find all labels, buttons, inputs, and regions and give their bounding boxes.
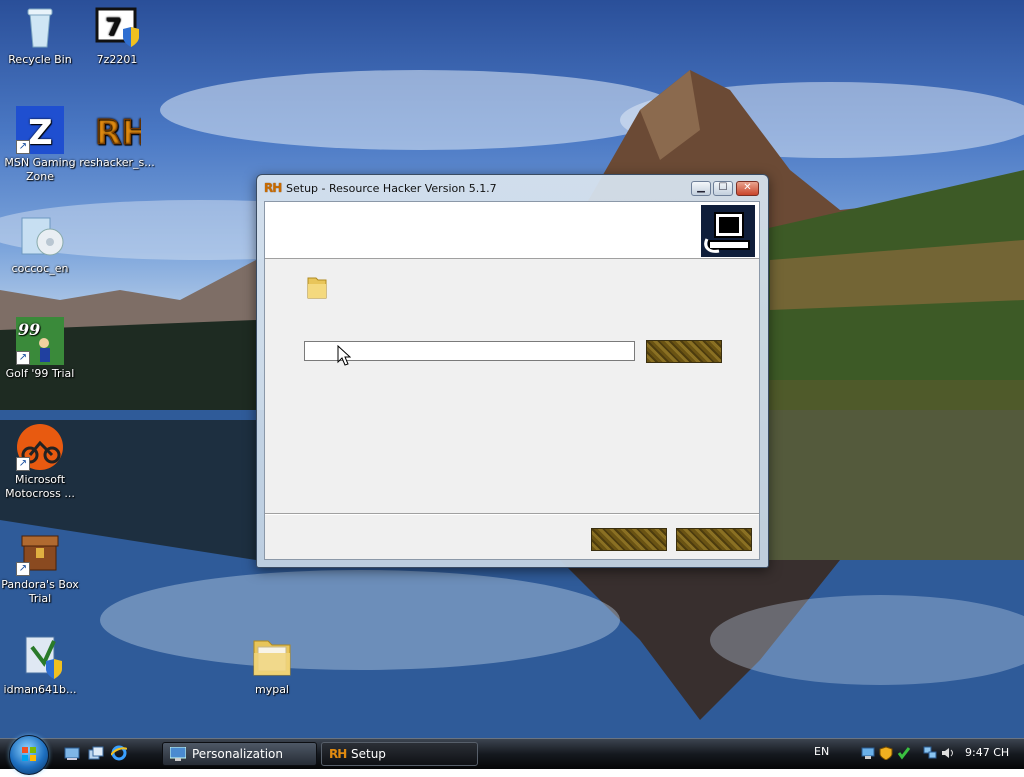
install-path-input[interactable] [304,341,635,361]
windows-logo-icon [22,747,36,761]
browse-button[interactable] [646,340,722,363]
desktop-icon-label: mypal [254,683,289,696]
desktop-icon-pandoras-box[interactable]: ↗ Pandora's Box Trial [0,528,80,606]
svg-text:RH: RH [95,113,141,153]
taskbar-button-personalization[interactable]: Personalization [162,742,317,766]
desktop-icon-label: MSN Gaming Zone [4,156,76,183]
idm-installer-icon [16,633,64,681]
mouse-cursor-icon [337,344,352,370]
msn-gaming-zone-icon: Z ↗ [16,106,64,154]
network-sharing-icon[interactable] [861,746,875,760]
quicklaunch-internet-explorer[interactable] [110,745,128,761]
resource-hacker-title-icon: RH [264,181,282,195]
svg-text:Z: Z [28,113,53,153]
desktop-icon-motocross[interactable]: ↗ Microsoft Motocross ... [0,423,80,501]
folder-icon [307,274,327,300]
shortcut-arrow-icon: ↗ [16,140,30,154]
language-indicator[interactable]: EN [814,745,829,758]
separator [265,513,759,515]
folder-icon [248,633,296,681]
window-titlebar[interactable]: RH Setup - Resource Hacker Version 5.1.7… [257,175,768,201]
svg-text:7: 7 [105,13,122,41]
minimize-button[interactable]: ▁ [691,181,711,196]
wizard-header [265,202,759,259]
desktop-icon-mypal[interactable]: mypal [232,633,312,697]
taskbar-button-setup[interactable]: RH Setup [321,742,478,766]
network-icon[interactable] [923,746,937,760]
desktop-icon-label: reshacker_s... [79,156,155,169]
desktop-icon-msn-gaming-zone[interactable]: Z ↗ MSN Gaming Zone [0,106,80,184]
shortcut-arrow-icon: ↗ [16,562,30,576]
desktop-icon-recycle-bin[interactable]: Recycle Bin [0,3,80,67]
desktop-icon-label: coccoc_en [11,262,69,275]
minimize-icon: ▁ [697,182,705,193]
desktop-icon-label: Recycle Bin [8,53,72,66]
resource-hacker-icon: RH [329,747,347,761]
desktop-icon-label: Microsoft Motocross ... [5,473,75,500]
maximize-icon: ☐ [718,182,728,193]
volume-icon[interactable] [941,746,955,760]
desktop-icon-coccoc[interactable]: coccoc_en [0,212,80,276]
golf-icon: 99 ↗ [16,317,64,365]
show-desktop-icon [64,747,80,760]
close-icon: ✕ [743,182,752,193]
antivirus-check-icon[interactable] [897,746,911,760]
shortcut-arrow-icon: ↗ [16,351,30,365]
setup-client-area [264,201,760,560]
system-tray: 9:47 CH [856,739,1024,769]
desktop-icon-label: idman641b... [3,683,77,696]
taskbar-button-label: Personalization [192,747,283,761]
recycle-bin-icon [16,3,64,51]
coccoc-installer-icon [16,212,64,260]
svg-text:99: 99 [18,320,40,339]
desktop-icon-reshacker[interactable]: RH reshacker_s... [77,106,157,170]
next-button[interactable] [676,528,752,551]
window-title: Setup - Resource Hacker Version 5.1.7 [286,182,497,195]
internet-explorer-icon [110,745,128,761]
quicklaunch-switch-windows[interactable] [88,745,104,761]
desktop-icon-label: 7z2201 [96,53,138,66]
start-button[interactable] [9,735,49,775]
desktop-icon-label: Golf '99 Trial [5,367,75,380]
taskbar: Personalization RH Setup EN 9:47 CH [0,735,1024,775]
resource-hacker-icon: RH [93,106,151,154]
desktop-icon-label: Pandora's Box Trial [1,578,79,605]
personalization-icon [169,746,187,761]
motocross-icon: ↗ [16,423,64,471]
close-button[interactable]: ✕ [736,181,759,196]
switch-windows-icon [88,746,104,760]
desktop-icon-idman[interactable]: idman641b... [0,633,80,697]
setup-computer-icon [701,205,755,257]
quicklaunch-show-desktop[interactable] [64,745,80,761]
security-shield-icon[interactable] [879,746,893,761]
clock[interactable]: 9:47 CH [965,746,1009,759]
taskbar-button-label: Setup [351,747,386,761]
desktop-icon-7z2201[interactable]: 7 7z2201 [77,3,157,67]
maximize-button[interactable]: ☐ [713,181,733,196]
back-button[interactable] [591,528,667,551]
7zip-installer-icon: 7 [93,3,141,51]
setup-window[interactable]: RH Setup - Resource Hacker Version 5.1.7… [256,174,769,568]
shortcut-arrow-icon: ↗ [16,457,30,471]
desktop-icon-golf-99[interactable]: 99 ↗ Golf '99 Trial [0,317,80,381]
pandoras-box-icon: ↗ [16,528,64,576]
